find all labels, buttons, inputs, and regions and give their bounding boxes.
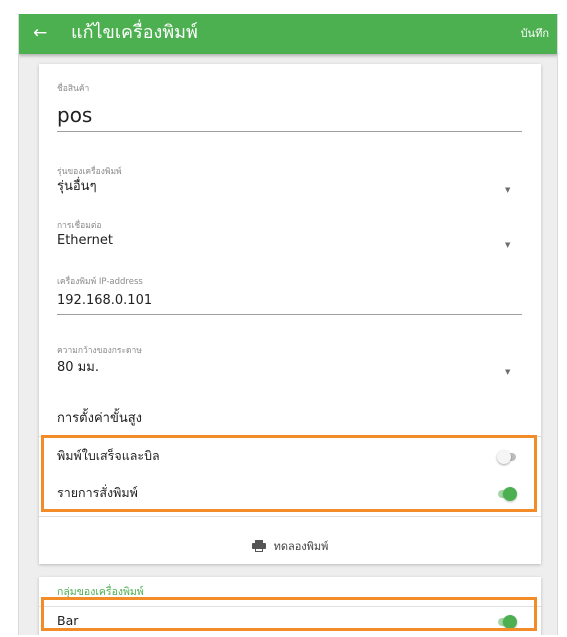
printer-model-select[interactable]: รุ่นอื่นๆ (57, 178, 97, 196)
connection-label: การเชื่อมต่อ (57, 221, 102, 231)
print-receipt-bill-label: พิมพ์ใบเสร็จและบิล (57, 448, 160, 463)
divider (39, 606, 541, 607)
paper-width-label: ความกว้างของกระดาษ (57, 346, 142, 356)
toggle-thumb (503, 615, 517, 629)
printer-settings-card: ชื่อสินค้า pos รุ่นของเครื่องพิมพ์ รุ่นอ… (39, 64, 541, 564)
save-button[interactable]: บันทึก (521, 26, 549, 42)
connection-select[interactable]: Ethernet (57, 232, 113, 250)
divider (39, 516, 541, 517)
printer-group-item-toggle[interactable] (497, 615, 517, 629)
print-receipt-bill-toggle[interactable] (497, 450, 517, 464)
printer-group-item-label: Bar (57, 613, 79, 628)
order-print-list-label: รายการสั่งพิมพ์ (57, 485, 138, 500)
app-bar: ← แก้ไขเครื่องพิมพ์ บันทึก (19, 14, 557, 54)
product-name-label: ชื่อสินค้า (57, 84, 90, 94)
printer-group-title: กลุ่มของเครื่องพิมพ์ (57, 586, 144, 598)
ip-address-label: เครื่องพิมพ์ IP-address (57, 277, 143, 287)
product-name-underline (57, 131, 522, 132)
divider (39, 436, 541, 437)
test-print-label: ทดลองพิมพ์ (273, 540, 329, 553)
printer-group-card: กลุ่มของเครื่องพิมพ์ Bar (39, 577, 541, 635)
app-window: ← แก้ไขเครื่องพิมพ์ บันทึก ชื่อสินค้า po… (18, 14, 558, 635)
printer-model-label: รุ่นของเครื่องพิมพ์ (57, 167, 122, 177)
chevron-down-icon[interactable]: ▼ (505, 367, 510, 377)
printer-icon (251, 540, 266, 552)
test-print-button[interactable]: ทดลองพิมพ์ (39, 530, 541, 562)
paper-width-select[interactable]: 80 มม. (57, 359, 99, 377)
toggle-thumb (497, 450, 511, 464)
toggle-thumb (503, 487, 517, 501)
product-name-input[interactable]: pos (57, 103, 92, 127)
chevron-down-icon[interactable]: ▼ (505, 185, 510, 195)
chevron-down-icon[interactable]: ▼ (505, 240, 510, 250)
ip-address-underline (57, 314, 522, 315)
page-title: แก้ไขเครื่องพิมพ์ (71, 22, 198, 43)
advanced-settings-title: การตั้งค่าขั้นสูง (57, 411, 142, 426)
order-print-list-toggle[interactable] (497, 487, 517, 501)
back-arrow-icon[interactable]: ← (33, 21, 47, 45)
ip-address-input[interactable]: 192.168.0.101 (57, 292, 152, 310)
